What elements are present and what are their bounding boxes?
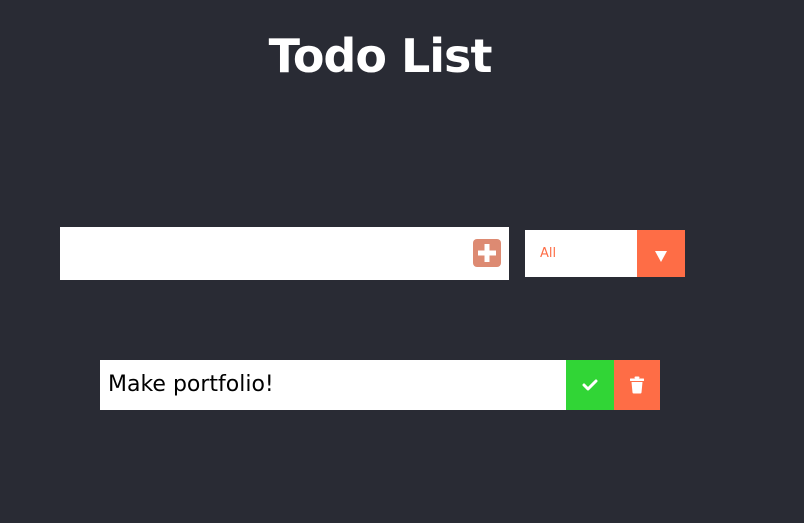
delete-button[interactable]: [614, 360, 660, 410]
plus-square-icon: [478, 244, 496, 262]
caret-down-icon: [655, 251, 667, 262]
todo-item: Make portfolio!: [100, 360, 660, 410]
trash-icon: [630, 376, 644, 394]
todo-input[interactable]: [60, 227, 460, 280]
filter-selected-value: All: [540, 246, 557, 261]
add-todo-button[interactable]: [473, 239, 501, 267]
check-icon: [582, 379, 598, 391]
todo-form: [60, 227, 509, 280]
complete-button[interactable]: [566, 360, 614, 410]
page-title: Todo List: [268, 29, 493, 83]
filter-select[interactable]: All: [525, 230, 685, 277]
filter-dropdown-button[interactable]: [637, 230, 685, 277]
todo-text: Make portfolio!: [108, 372, 274, 397]
todo-list: Make portfolio!: [100, 360, 660, 410]
